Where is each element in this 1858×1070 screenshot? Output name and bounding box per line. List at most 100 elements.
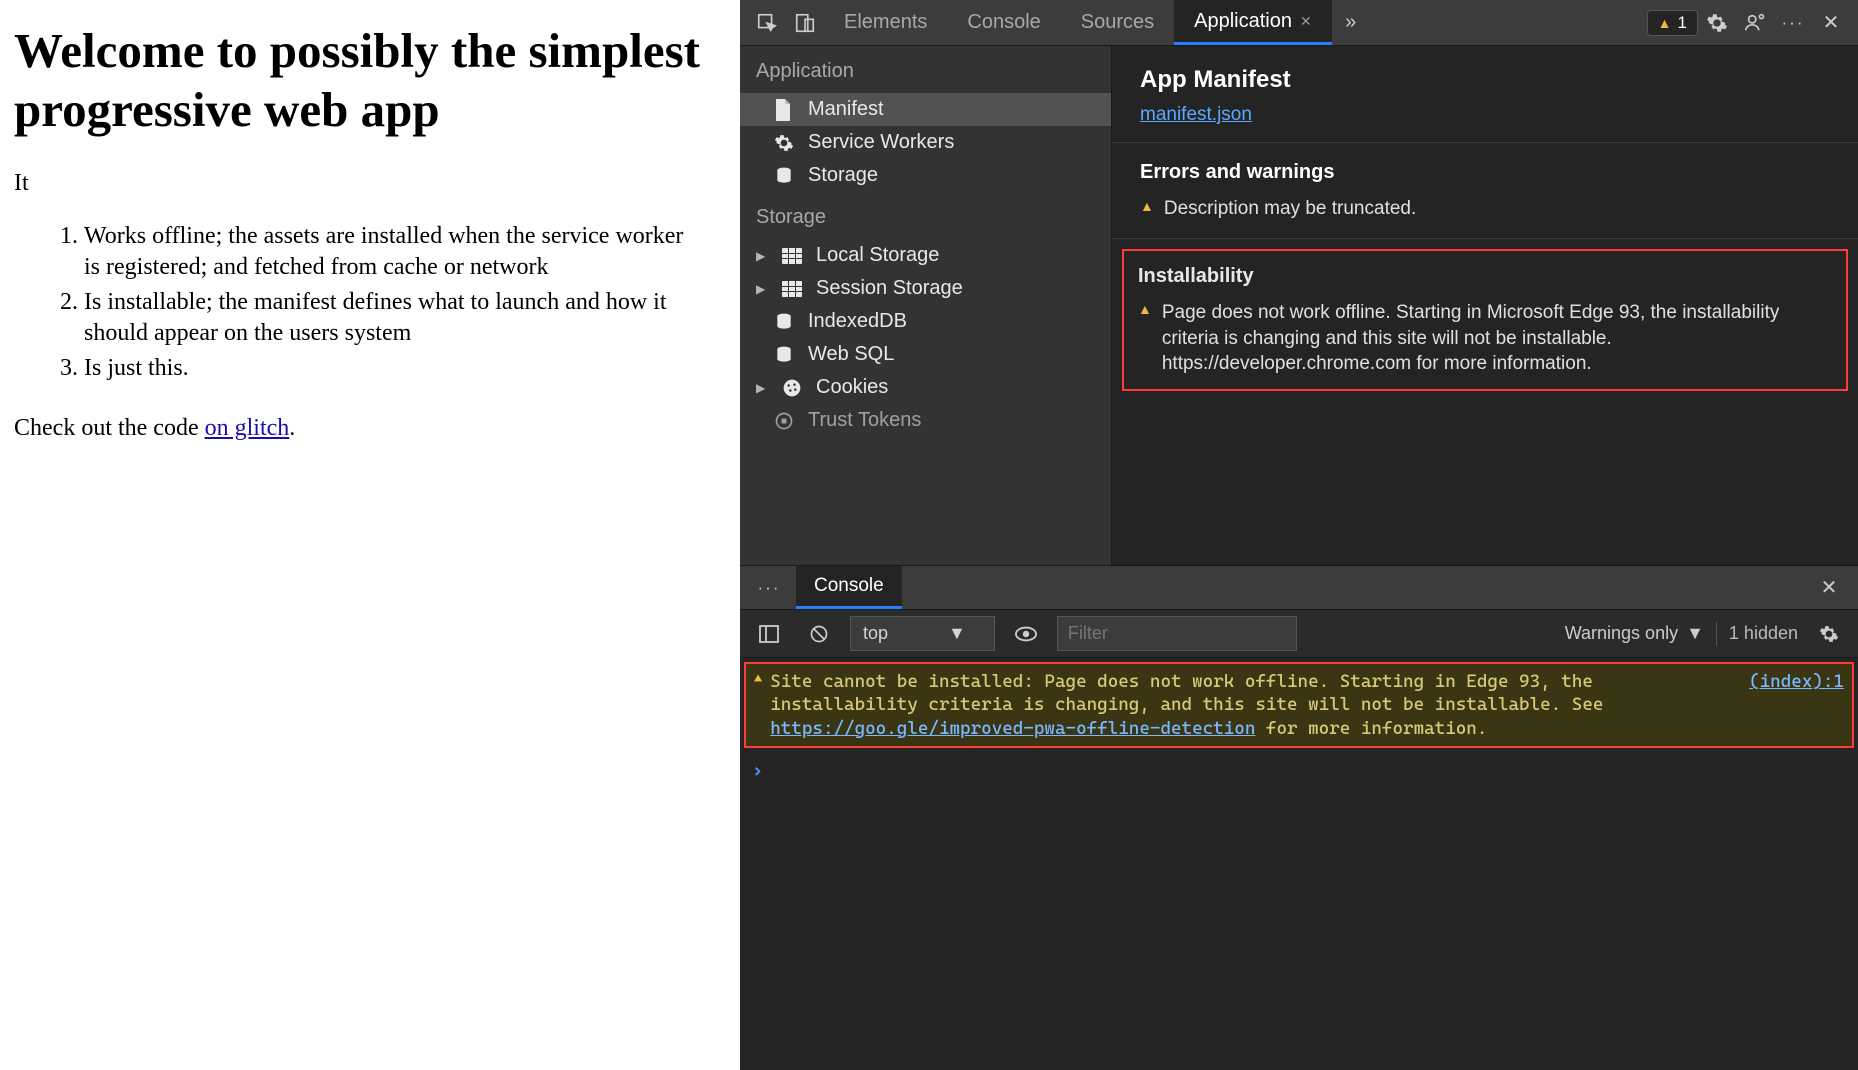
sidebar-item-session-storage[interactable]: ▶ Session Storage	[740, 272, 1111, 305]
context-selector[interactable]: top ▼	[850, 616, 995, 651]
console-link[interactable]: https://goo.gle/improved-pwa-offline-det…	[770, 718, 1255, 739]
tab-application-label: Application	[1194, 10, 1292, 33]
sidebar-item-label: Trust Tokens	[808, 409, 921, 432]
sidebar-item-service-workers[interactable]: Service Workers	[740, 126, 1111, 159]
sidebar-item-manifest[interactable]: Manifest	[740, 93, 1111, 126]
database-icon	[774, 312, 796, 332]
installability-heading: Installability	[1138, 263, 1832, 290]
table-icon	[782, 248, 804, 264]
sidebar-item-cookies[interactable]: ▶ Cookies	[740, 371, 1111, 404]
tab-sources[interactable]: Sources	[1061, 0, 1174, 45]
console-text-post: for more information.	[1255, 718, 1487, 739]
sidebar-item-label: Cookies	[816, 376, 888, 399]
sidebar-heading-application: Application	[740, 46, 1111, 93]
sidebar-item-indexeddb[interactable]: IndexedDB	[740, 305, 1111, 338]
chevron-right-icon[interactable]: ▶	[756, 249, 770, 263]
chevron-right-icon[interactable]: ▶	[756, 282, 770, 296]
sidebar-item-web-sql[interactable]: Web SQL	[740, 338, 1111, 371]
clear-console-icon[interactable]	[800, 615, 838, 653]
sidebar-heading-storage: Storage	[740, 192, 1111, 239]
drawer-tab-console[interactable]: Console	[796, 566, 902, 609]
sidebar-item-trust-tokens[interactable]: Trust Tokens	[740, 404, 1111, 437]
log-level-selector[interactable]: Warnings only ▼	[1565, 623, 1704, 644]
warning-icon: ▲	[1140, 198, 1154, 220]
console-settings-icon[interactable]	[1810, 615, 1848, 653]
kebab-menu-icon[interactable]: ···	[1774, 4, 1812, 42]
close-devtools-icon[interactable]: ✕	[1812, 4, 1850, 42]
more-tabs-icon[interactable]: »	[1332, 4, 1370, 42]
devtools-panel: Elements Console Sources Application ✕ »…	[740, 0, 1858, 1070]
tab-console[interactable]: Console	[947, 0, 1060, 45]
devtools-tabbar: Elements Console Sources Application ✕ »…	[740, 0, 1858, 46]
device-toggle-icon[interactable]	[786, 4, 824, 42]
hidden-count[interactable]: 1 hidden	[1729, 623, 1798, 644]
list-item: Works offline; the assets are installed …	[84, 221, 726, 283]
warning-count: 1	[1678, 13, 1687, 33]
sidebar-item-local-storage[interactable]: ▶ Local Storage	[740, 239, 1111, 272]
sidebar-item-label: Storage	[808, 164, 878, 187]
error-text: Description may be truncated.	[1164, 198, 1416, 220]
page-title: Welcome to possibly the simplest progres…	[14, 22, 726, 140]
context-value: top	[863, 623, 888, 644]
sidebar-item-label: Session Storage	[816, 277, 963, 300]
warning-icon: ▲	[1658, 15, 1672, 31]
warning-icon: ▲	[754, 670, 762, 740]
content-page: Welcome to possibly the simplest progres…	[0, 0, 740, 1070]
console-toolbar: top ▼ Warnings only ▼ 1 hidden	[740, 610, 1858, 658]
manifest-title: App Manifest	[1140, 66, 1830, 94]
manifest-pane: App Manifest manifest.json Errors and wa…	[1112, 46, 1858, 565]
warnings-badge[interactable]: ▲ 1	[1647, 10, 1698, 36]
drawer-tabbar: ··· Console ✕	[740, 566, 1858, 610]
close-drawer-icon[interactable]: ✕	[1810, 569, 1848, 607]
application-sidebar: Application Manifest Service Workers Sto…	[740, 46, 1112, 565]
chevron-down-icon: ▼	[1686, 623, 1704, 644]
console-source-link[interactable]: (index):1	[1749, 670, 1844, 740]
sidebar-item-label: Local Storage	[816, 244, 939, 267]
installability-text: Page does not work offline. Starting in …	[1162, 300, 1832, 377]
installability-box: Installability ▲ Page does not work offl…	[1122, 249, 1848, 391]
filter-input[interactable]	[1057, 616, 1297, 651]
tab-elements[interactable]: Elements	[824, 0, 947, 45]
tab-application[interactable]: Application ✕	[1174, 0, 1332, 45]
outro-text: Check out the code on glitch.	[14, 415, 726, 442]
outro-post: .	[289, 415, 295, 441]
glitch-link[interactable]: on glitch	[205, 415, 290, 441]
feedback-icon[interactable]	[1736, 4, 1774, 42]
sidebar-item-label: Web SQL	[808, 343, 894, 366]
sidebar-item-label: Service Workers	[808, 131, 954, 154]
feature-list: Works offline; the assets are installed …	[84, 221, 726, 385]
console-warning-row[interactable]: ▲ Site cannot be installed: Page does no…	[744, 662, 1854, 748]
settings-icon[interactable]	[1698, 4, 1736, 42]
console-message: Site cannot be installed: Page does not …	[770, 670, 1741, 740]
database-icon	[774, 166, 796, 186]
warning-icon: ▲	[1138, 300, 1152, 377]
cookie-icon	[782, 378, 804, 398]
outro-pre: Check out the code	[14, 415, 205, 441]
sidebar-item-label: IndexedDB	[808, 310, 907, 333]
list-item: Is just this.	[84, 353, 726, 384]
sidebar-item-storage-overview[interactable]: Storage	[740, 159, 1111, 192]
table-icon	[782, 281, 804, 297]
close-icon[interactable]: ✕	[1300, 13, 1312, 30]
sidebar-toggle-icon[interactable]	[750, 615, 788, 653]
gear-icon	[774, 133, 796, 153]
chevron-down-icon: ▼	[948, 623, 966, 644]
chevron-right-icon[interactable]: ▶	[756, 381, 770, 395]
console-output: ▲ Site cannot be installed: Page does no…	[740, 658, 1858, 1070]
kebab-menu-icon[interactable]: ···	[750, 569, 788, 607]
live-expression-icon[interactable]	[1007, 615, 1045, 653]
console-text-pre: Site cannot be installed: Page does not …	[770, 671, 1603, 715]
list-item: Is installable; the manifest defines wha…	[84, 287, 726, 349]
application-panel: Application Manifest Service Workers Sto…	[740, 46, 1858, 566]
sidebar-item-label: Manifest	[808, 98, 884, 121]
inspect-icon[interactable]	[748, 4, 786, 42]
console-drawer: ··· Console ✕ top ▼ Warnings only ▼	[740, 566, 1858, 1070]
token-icon	[774, 411, 796, 431]
intro-text: It	[14, 170, 726, 197]
errors-heading: Errors and warnings	[1140, 161, 1830, 184]
database-icon	[774, 345, 796, 365]
console-prompt[interactable]: ›	[740, 752, 1858, 789]
manifest-json-link[interactable]: manifest.json	[1140, 104, 1252, 125]
document-icon	[774, 99, 796, 121]
log-level-label: Warnings only	[1565, 623, 1678, 644]
